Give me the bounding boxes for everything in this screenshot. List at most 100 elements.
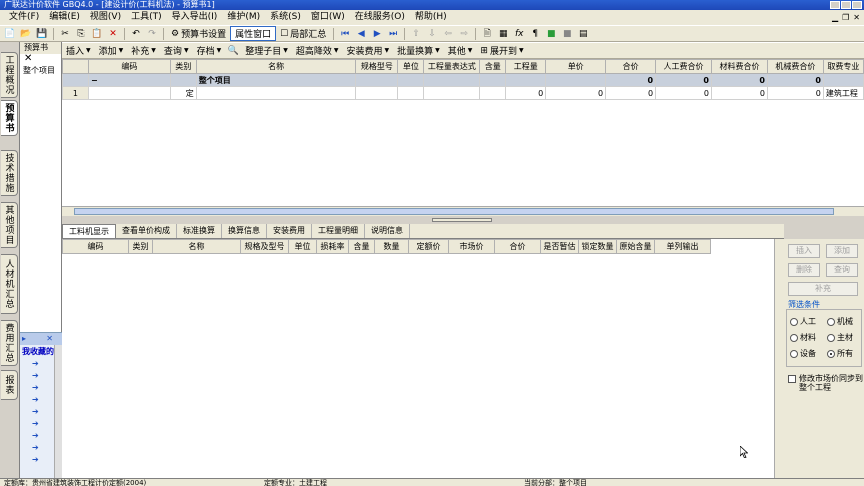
sub-col-header-separate-output[interactable]: 单列输出 <box>654 239 711 254</box>
col-header-unit-price[interactable]: 单价 <box>545 59 607 74</box>
sub-col-header-amount[interactable]: 数量 <box>374 239 409 254</box>
code-cell[interactable] <box>87 86 171 100</box>
copy-icon[interactable]: ⎘ <box>75 28 87 40</box>
sub-col-header-quota-price[interactable]: 定额价 <box>408 239 449 254</box>
move-left-icon[interactable]: ⇦ <box>442 28 454 40</box>
sub-col-header-lock-qty[interactable]: 锁定数量 <box>578 239 617 254</box>
query-button[interactable]: 查询 ▼ <box>160 44 193 57</box>
scrollbar-thumb[interactable] <box>74 208 834 215</box>
machine-cell[interactable]: 0 <box>766 86 824 100</box>
col-header-quantity[interactable]: 工程量 <box>505 59 547 74</box>
paragraph-icon[interactable]: ¶ <box>529 28 541 40</box>
next-record-icon[interactable]: ▶ <box>371 28 383 40</box>
redo-icon[interactable]: ↷ <box>146 28 158 40</box>
mdi-close-icon[interactable]: ✕ <box>853 13 860 22</box>
tab-fee-summary[interactable]: 费用汇总 <box>1 320 18 366</box>
summary-labor-cell[interactable]: 0 <box>655 73 712 87</box>
sync-market-price-checkbox[interactable]: 修改市场价同步到整个工程 <box>788 374 864 392</box>
sub-col-header-unit[interactable]: 单位 <box>288 239 317 254</box>
spec-cell[interactable] <box>355 86 399 100</box>
cut-icon[interactable]: ✂ <box>59 28 71 40</box>
summary-name-cell[interactable]: 整个项目 <box>195 73 357 87</box>
menu-window[interactable]: 窗口(W) <box>306 10 350 25</box>
labor-cell[interactable]: 0 <box>655 86 712 100</box>
sub-col-header-total[interactable]: 合价 <box>494 239 541 254</box>
local-summary-button[interactable]: ☐ 局部汇总 <box>276 27 330 41</box>
sub-col-header-market-price[interactable]: 市场价 <box>448 239 495 254</box>
add-button[interactable]: 添加 ▼ <box>95 44 128 57</box>
col-header-unit[interactable]: 单位 <box>397 59 425 74</box>
sub-col-header-provisional[interactable]: 是否暂估 <box>540 239 579 254</box>
menu-view[interactable]: 视图(V) <box>85 10 126 25</box>
col-header[interactable] <box>62 59 89 74</box>
tab-technical-measures[interactable]: 技术措施 <box>1 150 18 196</box>
supplement-button[interactable]: 补充 ▼ <box>127 44 160 57</box>
tab-project-overview[interactable]: 工程概况 <box>1 52 18 98</box>
calculator-icon[interactable]: ▦ <box>497 28 509 40</box>
tab-install-fee[interactable]: 安装费用 <box>267 224 312 238</box>
content-cell[interactable] <box>479 86 507 100</box>
menu-maintain[interactable]: 维护(M) <box>222 10 265 25</box>
col-header-name[interactable]: 名称 <box>195 59 357 74</box>
lm-delete-button[interactable]: 删除 <box>788 263 820 277</box>
height-efficiency-button[interactable]: 超高降效 ▼ <box>292 44 343 57</box>
col-header-material[interactable]: 材料费合价 <box>710 59 768 74</box>
batch-convert-button[interactable]: 批量换算 ▼ <box>393 44 444 57</box>
tree-close-icon[interactable]: ✕ <box>20 54 61 64</box>
insert-button[interactable]: 插入 ▼ <box>62 44 95 57</box>
summary-total-cell[interactable]: 0 <box>605 73 657 87</box>
property-window-button[interactable]: 属性窗口 <box>230 26 277 41</box>
quantity-cell[interactable]: 0 <box>505 86 547 100</box>
move-right-icon[interactable]: ⇨ <box>458 28 470 40</box>
favorites-scrollbar[interactable] <box>54 345 62 479</box>
last-record-icon[interactable]: ⏭ <box>387 28 399 40</box>
menu-file[interactable]: 文件(F) <box>4 10 44 25</box>
first-record-icon[interactable]: ⏮ <box>339 28 351 40</box>
col-header-total[interactable]: 合价 <box>605 59 657 74</box>
row-number[interactable]: 1 <box>62 86 89 100</box>
sub-col-header-code[interactable]: 编码 <box>62 239 129 254</box>
budget-horizontal-scrollbar[interactable] <box>62 206 864 216</box>
minimize-icon[interactable] <box>830 1 840 9</box>
summary-machine-cell[interactable]: 0 <box>766 73 824 87</box>
menu-tools[interactable]: 工具(T) <box>126 10 167 25</box>
favorites-close-icon[interactable]: ✕ <box>46 333 62 345</box>
col-header-machine[interactable]: 机械费合价 <box>766 59 824 74</box>
specialty-cell[interactable]: 建筑工程 <box>822 86 864 100</box>
move-up-icon[interactable]: ⇧ <box>410 28 422 40</box>
document-icon[interactable]: 🗎 <box>481 28 493 40</box>
tab-quantity-detail[interactable]: 工程量明细 <box>312 224 365 238</box>
maximize-icon[interactable] <box>841 1 851 9</box>
save-icon[interactable]: 💾 <box>36 28 48 40</box>
type-cell[interactable]: 定 <box>169 86 197 100</box>
col-header-expression[interactable]: 工程量表达式 <box>423 59 481 74</box>
move-down-icon[interactable]: ⇩ <box>426 28 438 40</box>
color-icon[interactable]: ■ <box>545 28 557 40</box>
col-header-spec[interactable]: 规格型号 <box>355 59 399 74</box>
open-folder-icon[interactable]: 📂 <box>20 28 32 40</box>
tab-reports[interactable]: 报表 <box>1 370 18 400</box>
sub-col-header-type[interactable]: 类别 <box>128 239 153 254</box>
paste-icon[interactable]: 📋 <box>91 28 103 40</box>
tab-labor-material-display[interactable]: 工料机显示 <box>62 224 116 238</box>
filter-labor-radio[interactable]: 人工 <box>790 316 816 327</box>
tab-description[interactable]: 说明信息 <box>365 224 410 238</box>
filter-main-material-radio[interactable]: 主材 <box>827 332 853 343</box>
sub-col-header-name[interactable]: 名称 <box>152 239 241 254</box>
menu-import-export[interactable]: 导入导出(I) <box>167 10 223 25</box>
table-row-summary[interactable]: − 整个项目 0 0 0 0 <box>62 73 864 87</box>
organize-items-button[interactable]: 整理子目 ▼ <box>241 44 292 57</box>
budget-settings-button[interactable]: ⚙ 预算书设置 <box>167 27 230 41</box>
expression-cell[interactable] <box>423 86 481 100</box>
report-icon[interactable]: ▤ <box>577 28 589 40</box>
undo-icon[interactable]: ↶ <box>130 28 142 40</box>
tab-other-items[interactable]: 其他项目 <box>1 202 18 248</box>
expand-to-button[interactable]: ⊞ 展开到 ▼ <box>476 44 527 58</box>
name-cell[interactable] <box>195 86 357 100</box>
other-button[interactable]: 其他 ▼ <box>444 44 477 57</box>
lm-insert-button[interactable]: 插入 <box>788 244 820 258</box>
menu-help[interactable]: 帮助(H) <box>410 10 452 25</box>
mdi-restore-icon[interactable]: ❐ <box>842 13 849 22</box>
material-cell[interactable]: 0 <box>710 86 768 100</box>
lm-query-button[interactable]: 查询 <box>826 263 858 277</box>
